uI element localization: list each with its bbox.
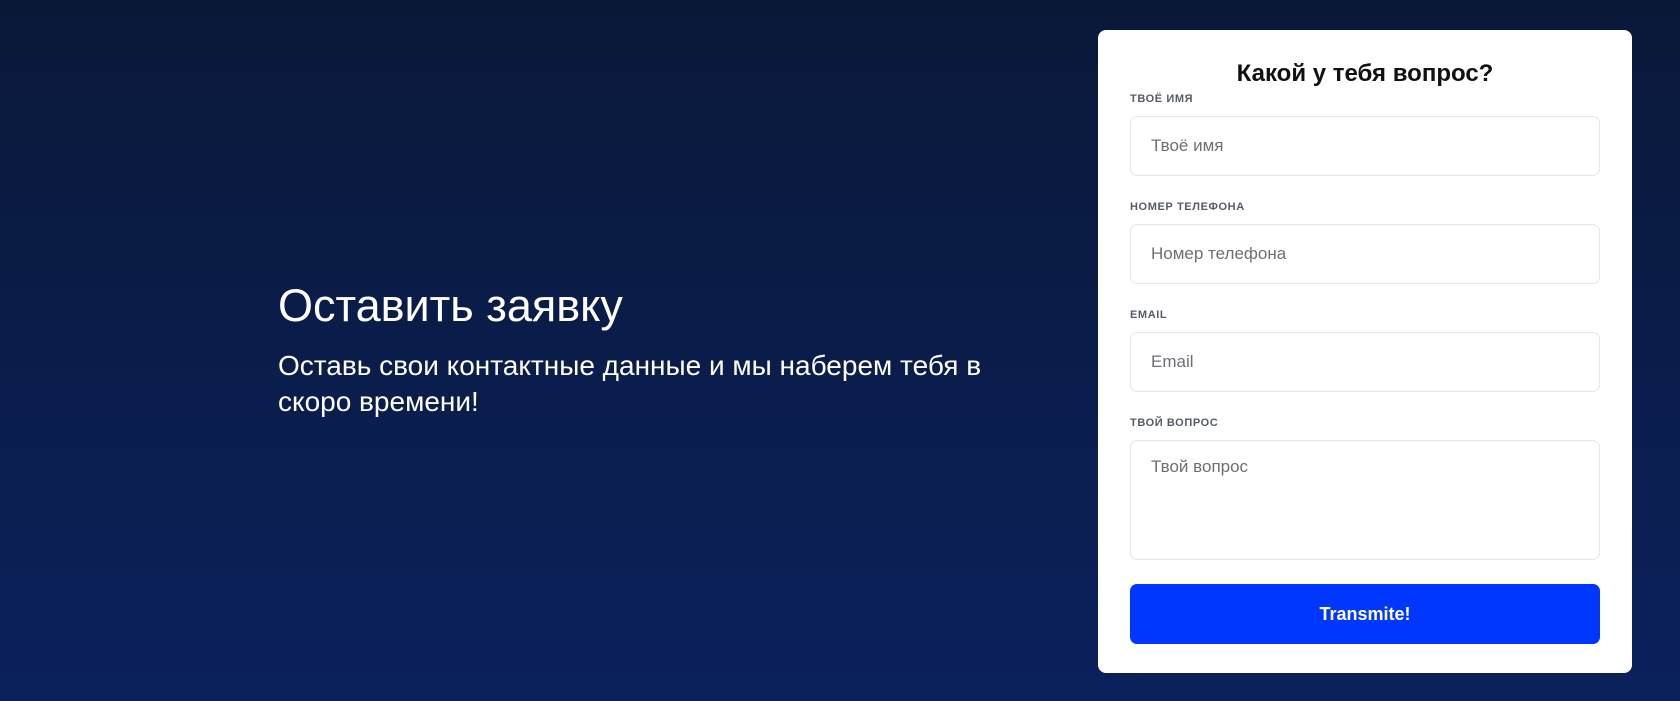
name-field-label: Твоё имя xyxy=(1130,93,1194,105)
email-field-label: Email xyxy=(1130,309,1168,321)
question-field-label: Твой вопрос xyxy=(1130,417,1219,429)
name-field-group: Твоё имя xyxy=(1130,92,1600,176)
form-title: Какой у тебя вопрос? xyxy=(1236,60,1494,87)
question-field-group: Твой вопрос xyxy=(1130,416,1600,560)
intro-section: Оставить заявку Оставь свои контактные д… xyxy=(278,274,1058,420)
email-field-group: Email xyxy=(1130,308,1600,392)
page-title: Оставить заявку xyxy=(278,280,623,331)
phone-field-label: Номер телефона xyxy=(1130,201,1245,213)
question-textarea[interactable] xyxy=(1130,440,1600,560)
phone-input[interactable] xyxy=(1130,224,1600,284)
phone-field-group: Номер телефона xyxy=(1130,200,1600,284)
submit-button[interactable]: Transmite! xyxy=(1130,584,1600,644)
page-subtitle: Оставь свои контактные данные и мы набер… xyxy=(278,350,982,417)
email-input[interactable] xyxy=(1130,332,1600,392)
name-input[interactable] xyxy=(1130,116,1600,176)
question-form: Какой у тебя вопрос? Твоё имя Номер теле… xyxy=(1098,30,1632,673)
